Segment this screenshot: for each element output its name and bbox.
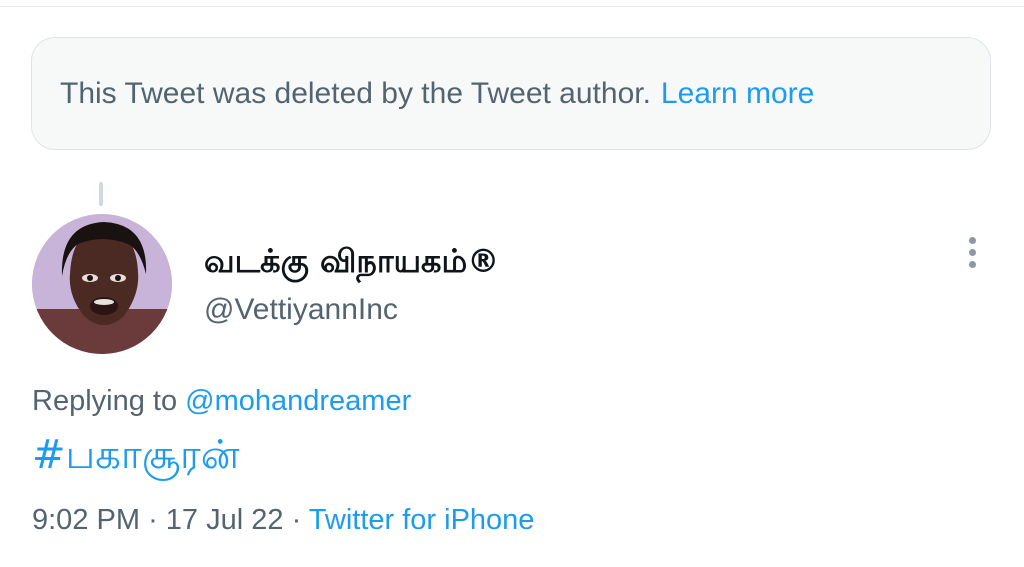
tweet-time[interactable]: 9:02 PM	[32, 504, 140, 536]
display-name[interactable]: வடக்கு விநாயகம்®	[204, 242, 499, 284]
meta-separator: ·	[148, 504, 158, 536]
deleted-tweet-notice: This Tweet was deleted by the Tweet auth…	[31, 37, 991, 150]
user-handle[interactable]: @VettiyannInc	[204, 293, 398, 327]
meta-separator: ·	[291, 504, 302, 536]
tweet-hashtag-link[interactable]: #பகாசூரன்	[32, 432, 240, 483]
tweet-date[interactable]: 17 Jul 22	[166, 504, 284, 536]
top-divider	[0, 0, 1024, 7]
learn-more-link[interactable]: Learn more	[661, 77, 814, 111]
more-vertical-icon[interactable]	[962, 237, 982, 277]
tweet-meta: 9:02 PM · 17 Jul 22 · Twitter for iPhone	[32, 504, 534, 537]
replying-prefix: Replying to	[32, 385, 178, 417]
thread-connector-line	[99, 182, 103, 206]
avatar[interactable]	[32, 214, 172, 354]
deleted-notice-text: This Tweet was deleted by the Tweet auth…	[60, 76, 651, 110]
replying-to-line: Replying to @mohandreamer	[32, 385, 411, 418]
avatar-image	[32, 214, 172, 354]
replying-mention-link[interactable]: @mohandreamer	[185, 385, 411, 417]
tweet-source-link[interactable]: Twitter for iPhone	[309, 504, 535, 536]
